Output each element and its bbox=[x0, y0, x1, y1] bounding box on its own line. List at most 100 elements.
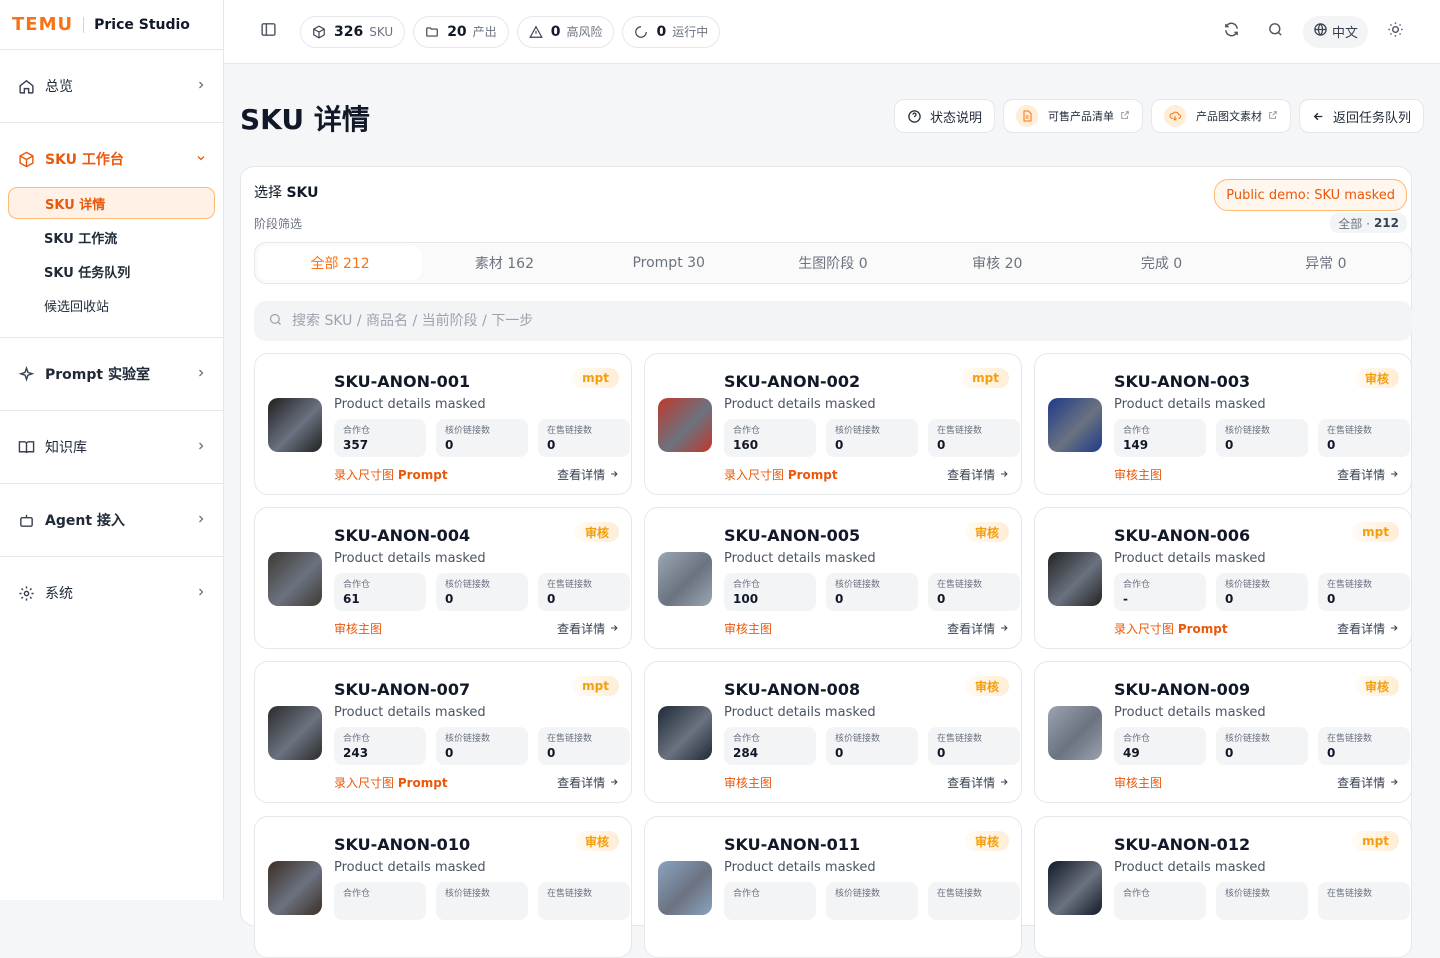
sku-card[interactable]: 审核 SKU-ANON-008 Product details masked 合作仓 2… bbox=[644, 661, 1022, 803]
tab-all[interactable]: 全部 212 bbox=[258, 246, 423, 280]
next-step-link[interactable]: 审核主图 bbox=[724, 620, 772, 637]
stat-pill-output[interactable]: 20 产出 bbox=[413, 15, 509, 48]
next-step-link[interactable]: 录入尺寸图 Prompt bbox=[1114, 620, 1228, 637]
next-step-link[interactable]: 录入尺寸图 Prompt bbox=[724, 466, 838, 483]
stat-label: 合作仓 bbox=[343, 426, 371, 436]
sidebar-item-sku-workbench[interactable]: SKU 工作台 bbox=[8, 138, 215, 180]
tab-generation[interactable]: 生图阶段 0 bbox=[751, 246, 915, 280]
document-icon bbox=[1015, 105, 1038, 127]
stat-label: 核价链接数 bbox=[1225, 734, 1271, 744]
stat-label: 在售链接数 bbox=[547, 889, 593, 899]
product-assets-button[interactable]: 产品图文素材 bbox=[1150, 99, 1291, 133]
stat-box: 合作仓 357 bbox=[334, 419, 426, 457]
stat-label: 在售链接数 bbox=[1327, 734, 1373, 744]
sidebar-item-system[interactable]: 系统 bbox=[8, 572, 215, 614]
sku-stats: 合作仓 100 核价链接数 0 在售链接数 0 bbox=[724, 573, 1021, 611]
product-thumbnail bbox=[658, 861, 712, 915]
stat-pill-high-risk[interactable]: 0 高风险 bbox=[516, 15, 615, 48]
view-detail-label: 查看详情 bbox=[947, 468, 996, 482]
stat-box: 在售链接数 0 bbox=[538, 573, 630, 611]
sidebar-item-prompt-lab[interactable]: Prompt 实验室 bbox=[8, 353, 215, 395]
submenu-item-recycle-bin[interactable]: 候选回收站 bbox=[8, 289, 215, 321]
back-to-queue-button[interactable]: 返回任务队列 bbox=[1298, 99, 1424, 133]
chevron-right-icon bbox=[195, 586, 207, 601]
next-step-bold: Prompt bbox=[397, 468, 448, 482]
sku-search-input[interactable] bbox=[292, 313, 1292, 329]
view-detail-link[interactable]: 查看详情 bbox=[1337, 466, 1399, 483]
stat-box: 核价链接数 bbox=[826, 882, 918, 920]
brand-divider bbox=[83, 16, 85, 33]
next-step-link[interactable]: 录入尺寸图 Prompt bbox=[334, 774, 448, 791]
view-detail-link[interactable]: 查看详情 bbox=[947, 466, 1009, 483]
sidebar-toggle-button[interactable] bbox=[254, 18, 282, 46]
next-step-link[interactable]: 审核主图 bbox=[1114, 774, 1162, 791]
view-detail-link[interactable]: 查看详情 bbox=[1337, 620, 1399, 637]
stat-box: 合作仓 bbox=[334, 882, 426, 920]
sku-id: SKU-ANON-008 bbox=[724, 680, 861, 699]
refresh-button[interactable] bbox=[1215, 15, 1249, 49]
stat-label: 在售链接数 bbox=[1327, 580, 1373, 590]
tab-done[interactable]: 完成 0 bbox=[1079, 246, 1243, 280]
search-button[interactable] bbox=[1259, 15, 1293, 49]
next-step-link[interactable]: 审核主图 bbox=[334, 620, 382, 637]
sku-submenu: SKU 详情 SKU 工作流 SKU 任务队列 候选回收站 bbox=[0, 187, 223, 329]
sku-card[interactable]: mpt SKU-ANON-006 Product details masked 合作仓… bbox=[1034, 507, 1412, 649]
stat-box: 核价链接数 bbox=[1216, 882, 1308, 920]
sku-card[interactable]: 审核 SKU-ANON-010 Product details masked 合作仓 核… bbox=[254, 816, 632, 958]
tab-assets[interactable]: 素材 162 bbox=[422, 246, 586, 280]
view-detail-link[interactable]: 查看详情 bbox=[557, 620, 619, 637]
sku-card[interactable]: 审核 SKU-ANON-011 Product details masked 合作仓 核… bbox=[644, 816, 1022, 958]
view-detail-link[interactable]: 查看详情 bbox=[947, 774, 1009, 791]
view-detail-link[interactable]: 查看详情 bbox=[1337, 774, 1399, 791]
stat-box: 在售链接数 0 bbox=[1318, 573, 1410, 611]
nav-section-prompt: Prompt 实验室 bbox=[0, 338, 223, 411]
next-step-link[interactable]: 录入尺寸图 Prompt bbox=[334, 466, 448, 483]
external-link-icon bbox=[1120, 110, 1130, 123]
sku-card[interactable]: 审核 SKU-ANON-009 Product details masked 合作仓 4… bbox=[1034, 661, 1412, 803]
view-detail-link[interactable]: 查看详情 bbox=[947, 620, 1009, 637]
sku-card[interactable]: mpt SKU-ANON-002 Product details masked 合作仓… bbox=[644, 353, 1022, 495]
tab-error[interactable]: 异常 0 bbox=[1244, 246, 1408, 280]
sku-card[interactable]: mpt SKU-ANON-007 Product details masked 合作仓… bbox=[254, 661, 632, 803]
sku-card[interactable]: 审核 SKU-ANON-004 Product details masked 合作仓 6… bbox=[254, 507, 632, 649]
stat-label: 核价链接数 bbox=[1225, 889, 1271, 899]
view-detail-link[interactable]: 查看详情 bbox=[557, 466, 619, 483]
sku-id: SKU-ANON-011 bbox=[724, 835, 861, 854]
sku-card[interactable]: mpt SKU-ANON-012 Product details masked 合作仓… bbox=[1034, 816, 1412, 958]
sku-subtitle: Product details masked bbox=[334, 705, 486, 720]
sku-subtitle: Product details masked bbox=[724, 551, 876, 566]
view-detail-link[interactable]: 查看详情 bbox=[557, 774, 619, 791]
language-switcher[interactable]: 中文 bbox=[1302, 15, 1368, 48]
submenu-item-sku-detail[interactable]: SKU 详情 bbox=[8, 187, 215, 219]
stat-label: 在售链接数 bbox=[937, 734, 983, 744]
sku-stats: 合作仓 49 核价链接数 0 在售链接数 0 bbox=[1114, 727, 1411, 765]
sidebar-item-knowledge-base[interactable]: 知识库 bbox=[8, 426, 215, 468]
stat-label: 核价链接数 bbox=[445, 889, 491, 899]
stat-box: 在售链接数 bbox=[1318, 882, 1410, 920]
sku-card[interactable]: 审核 SKU-ANON-005 Product details masked 合作仓 1… bbox=[644, 507, 1022, 649]
sidebar-item-agent[interactable]: Agent 接入 bbox=[8, 499, 215, 541]
sku-stats: 合作仓 61 核价链接数 0 在售链接数 0 bbox=[334, 573, 631, 611]
chevron-right-icon bbox=[195, 367, 207, 382]
sku-id: SKU-ANON-001 bbox=[334, 372, 471, 391]
sku-subtitle: Product details masked bbox=[724, 705, 876, 720]
status-help-button[interactable]: 状态说明 bbox=[893, 99, 995, 133]
next-step-link[interactable]: 审核主图 bbox=[1114, 466, 1162, 483]
theme-toggle-button[interactable] bbox=[1378, 15, 1412, 49]
tab-review[interactable]: 审核 20 bbox=[915, 246, 1079, 280]
sellable-list-button[interactable]: 可售产品清单 bbox=[1002, 99, 1143, 133]
next-step-link[interactable]: 审核主图 bbox=[724, 774, 772, 791]
stat-pill-running[interactable]: 0 运行中 bbox=[622, 15, 721, 48]
external-link-icon bbox=[1268, 110, 1278, 123]
submenu-item-sku-task-queue[interactable]: SKU 任务队列 bbox=[8, 255, 215, 287]
stat-value: 0 bbox=[835, 438, 844, 452]
brand-name: Price Studio bbox=[94, 16, 190, 33]
stat-label: 合作仓 bbox=[733, 580, 761, 590]
sku-card[interactable]: 审核 SKU-ANON-003 Product details masked 合作仓 1… bbox=[1034, 353, 1412, 495]
sidebar-item-overview[interactable]: 总览 bbox=[8, 65, 215, 107]
sku-card[interactable]: mpt SKU-ANON-001 Product details masked 合作仓… bbox=[254, 353, 632, 495]
stat-pill-sku[interactable]: 326 SKU bbox=[300, 15, 406, 48]
sku-id: SKU-ANON-009 bbox=[1114, 680, 1251, 699]
submenu-item-sku-workflow[interactable]: SKU 工作流 bbox=[8, 221, 215, 253]
tab-prompt[interactable]: Prompt 30 bbox=[587, 246, 751, 280]
